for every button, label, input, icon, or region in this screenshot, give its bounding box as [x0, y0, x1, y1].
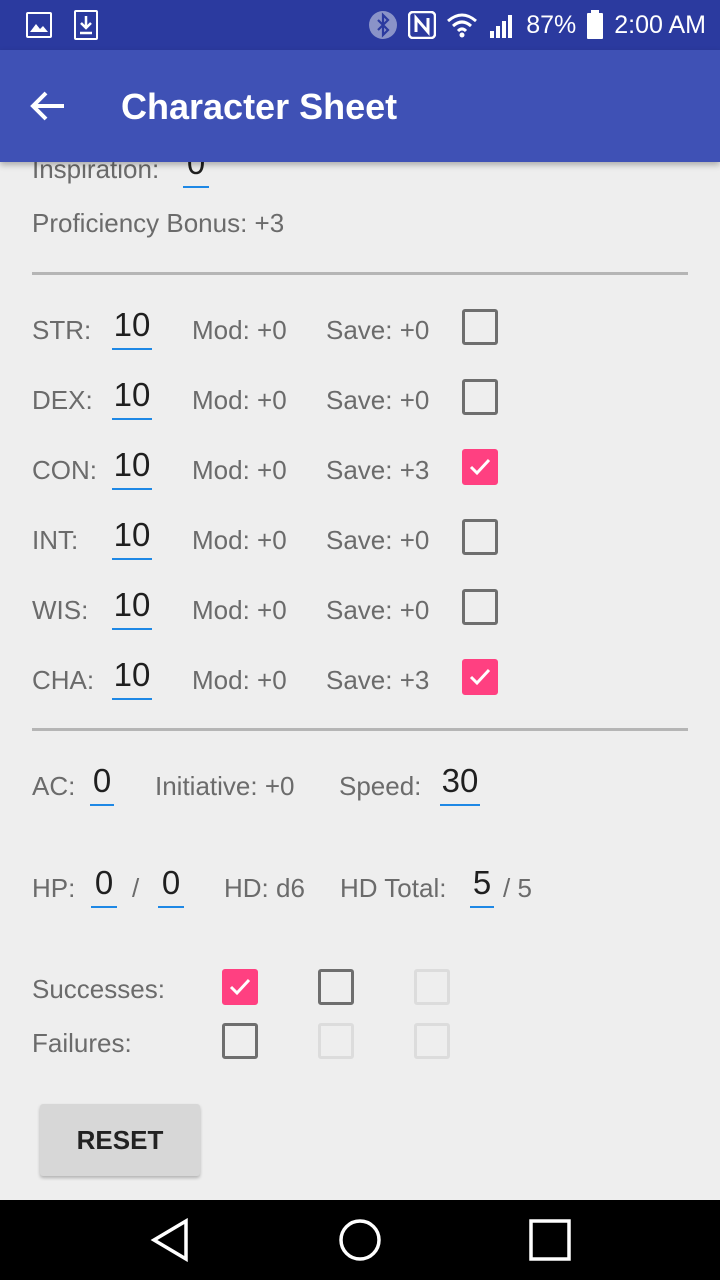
battery-icon [586, 10, 604, 40]
ability-score-input[interactable]: 10 [112, 376, 152, 420]
ability-save: Save: +0 [326, 525, 430, 555]
hp-max-input[interactable]: 0 [158, 864, 184, 908]
character-sheet-content: Inspiration: 0 Proficiency Bonus: +3 STR… [0, 162, 720, 1200]
failure-checkbox [414, 1023, 450, 1059]
failure-checkbox[interactable] [222, 1023, 258, 1059]
ability-score-input[interactable]: 10 [112, 586, 152, 630]
recents-square-icon[interactable] [520, 1210, 580, 1270]
download-icon [74, 10, 98, 40]
home-circle-icon[interactable] [330, 1210, 390, 1270]
proficiency-bonus: Proficiency Bonus: +3 [32, 208, 285, 238]
hd-total-max: / 5 [503, 873, 532, 903]
success-checkbox[interactable] [222, 969, 258, 1005]
reset-button[interactable]: RESET [40, 1104, 200, 1176]
ability-score-input[interactable]: 10 [112, 516, 152, 560]
ability-save: Save: +0 [326, 315, 430, 345]
failures-label: Failures: [32, 1028, 132, 1058]
save-proficiency-checkbox[interactable] [462, 519, 498, 555]
back-triangle-icon[interactable] [140, 1210, 200, 1270]
app-bar: Character Sheet [0, 50, 720, 162]
failure-checkbox [318, 1023, 354, 1059]
nfc-icon [408, 11, 437, 39]
ability-score-input[interactable]: 10 [112, 656, 152, 700]
save-proficiency-checkbox[interactable] [462, 659, 498, 695]
save-proficiency-checkbox[interactable] [462, 309, 498, 345]
ability-mod: Mod: +0 [192, 385, 287, 415]
ability-save: Save: +3 [326, 455, 430, 485]
ability-mod: Mod: +0 [192, 595, 287, 625]
check-icon [469, 458, 491, 476]
ability-label: INT: [32, 525, 79, 555]
ability-label: WIS: [32, 595, 89, 625]
status-bar: 87% 2:00 AM [0, 0, 720, 50]
check-icon [229, 978, 251, 996]
save-proficiency-checkbox[interactable] [462, 379, 498, 415]
ability-save: Save: +3 [326, 665, 430, 695]
divider [32, 272, 688, 275]
ability-mod: Mod: +0 [192, 525, 287, 555]
hp-slash: / [132, 873, 140, 903]
hp-label: HP: [32, 873, 76, 903]
bluetooth-icon [368, 10, 398, 40]
speed-input[interactable]: 30 [440, 762, 480, 806]
success-checkbox[interactable] [318, 969, 354, 1005]
ability-mod: Mod: +0 [192, 455, 287, 485]
ability-label: CON: [32, 455, 97, 485]
ability-score-input[interactable]: 10 [112, 306, 152, 350]
ability-save: Save: +0 [326, 595, 430, 625]
hp-current-input[interactable]: 0 [91, 864, 117, 908]
navigation-bar [0, 1200, 720, 1280]
hd-total-label: HD Total: [340, 873, 447, 903]
successes-label: Successes: [32, 974, 165, 1004]
ac-input[interactable]: 0 [90, 762, 114, 806]
signal-icon [488, 11, 516, 39]
wifi-icon [446, 12, 478, 38]
ac-label: AC: [32, 771, 76, 801]
save-proficiency-checkbox[interactable] [462, 449, 498, 485]
ability-label: STR: [32, 315, 92, 345]
initiative-text: Initiative: +0 [155, 771, 295, 801]
divider [32, 728, 688, 731]
hd-total-input[interactable]: 5 [470, 864, 494, 908]
image-icon [26, 12, 52, 38]
ability-mod: Mod: +0 [192, 665, 287, 695]
ability-save: Save: +0 [326, 385, 430, 415]
ability-label: DEX: [32, 385, 93, 415]
arrow-back-icon[interactable] [24, 82, 72, 130]
ability-label: CHA: [32, 665, 95, 695]
ability-score-input[interactable]: 10 [112, 446, 152, 490]
save-proficiency-checkbox[interactable] [462, 589, 498, 625]
page-title: Character Sheet [121, 86, 398, 127]
hit-dice: HD: d6 [224, 873, 305, 903]
ability-mod: Mod: +0 [192, 315, 287, 345]
battery-percent: 87% [526, 10, 577, 39]
check-icon [469, 668, 491, 686]
speed-label: Speed: [339, 771, 422, 801]
inspiration-label: Inspiration: [32, 162, 160, 184]
success-checkbox [414, 969, 450, 1005]
clock: 2:00 AM [614, 10, 706, 39]
inspiration-input[interactable]: 0 [183, 162, 209, 188]
